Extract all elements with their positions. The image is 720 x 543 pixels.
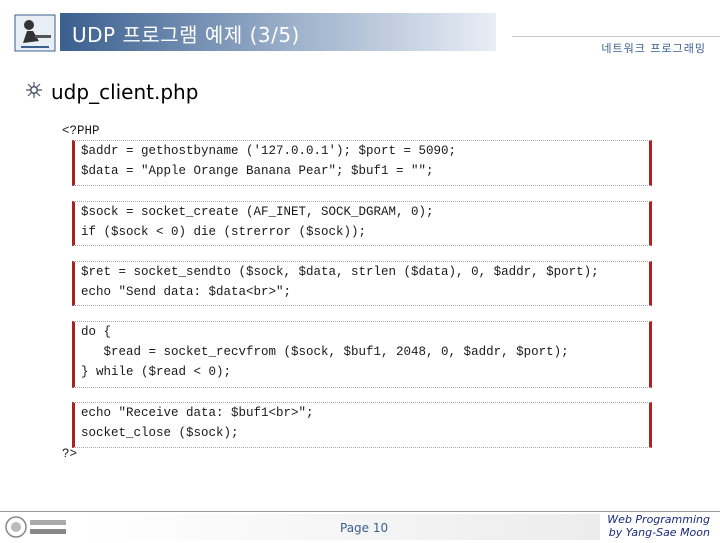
credit-course: Web Programming	[607, 513, 710, 526]
footer-divider	[0, 511, 720, 512]
code-line: $sock = socket_create (AF_INET, SOCK_DGR…	[81, 205, 434, 219]
section-title: udp_client.php	[51, 80, 199, 104]
code-line: } while ($read < 0);	[81, 365, 232, 379]
code-line: echo "Send data: $data<br>";	[81, 285, 292, 299]
code-line: if ($sock < 0) die (strerror ($sock));	[81, 225, 367, 239]
code-line: $addr = gethostbyname ('127.0.0.1'); $po…	[81, 144, 457, 158]
code-listing: <?PHP $addr = gethostbyname ('127.0.0.1'…	[60, 124, 652, 461]
header-divider	[512, 36, 720, 37]
code-line: $ret = socket_sendto ($sock, $data, strl…	[81, 265, 599, 279]
page-title: UDP 프로그램 예제 (3/5)	[72, 23, 300, 47]
php-open-tag: <?PHP	[62, 124, 100, 138]
code-line: $data = "Apple Orange Banana Pear"; $buf…	[81, 164, 434, 178]
university-logo-icon	[4, 515, 70, 539]
code-block: $ret = socket_sendto ($sock, $data, strl…	[72, 261, 652, 306]
code-block: do { $read = socket_recvfrom ($sock, $bu…	[72, 321, 652, 388]
course-subtitle: 네트워크 프로그래밍	[601, 42, 706, 55]
credit-author: by Yang-Sae Moon	[608, 526, 710, 539]
code-block: echo "Receive data: $buf1<br>"; socket_c…	[72, 402, 652, 448]
code-block: $addr = gethostbyname ('127.0.0.1'); $po…	[72, 140, 652, 186]
php-close-tag: ?>	[62, 447, 78, 461]
footer-credit: Web Programming by Yang-Sae Moon	[607, 513, 710, 539]
code-line: socket_close ($sock);	[81, 426, 239, 440]
code-line: do {	[81, 325, 112, 339]
code-line: echo "Receive data: $buf1<br>";	[81, 406, 314, 420]
code-block: $sock = socket_create (AF_INET, SOCK_DGR…	[72, 201, 652, 246]
page-number: Page 10	[340, 521, 389, 535]
code-line: $read = socket_recvfrom ($sock, $buf1, 2…	[81, 345, 569, 359]
bullet-icon	[26, 82, 42, 98]
presenter-logo-icon	[13, 13, 57, 53]
